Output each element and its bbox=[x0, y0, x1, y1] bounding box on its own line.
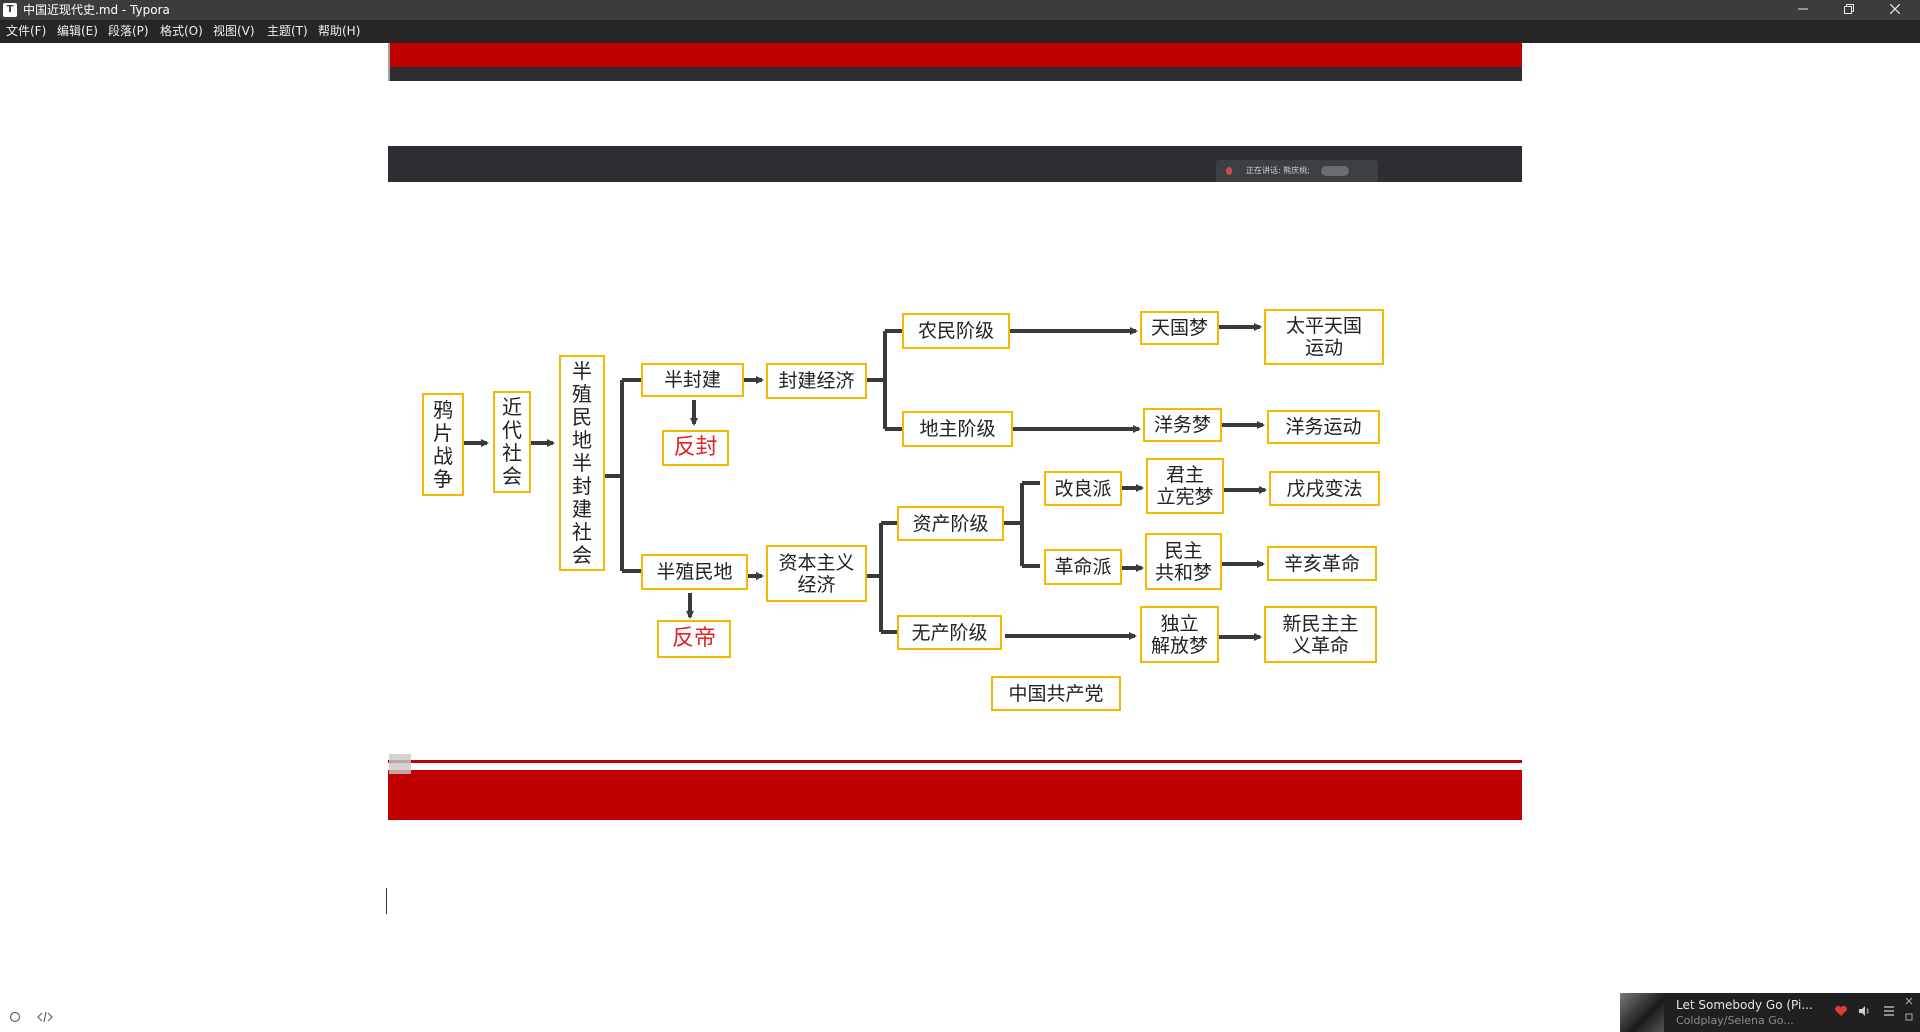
album-art[interactable] bbox=[1620, 993, 1664, 1032]
node-republic-dream: 民主 共和梦 bbox=[1145, 533, 1222, 590]
volume-button[interactable] bbox=[1858, 1005, 1872, 1020]
node-peasant-class: 农民阶级 bbox=[902, 313, 1010, 349]
node-semi-colonial-semi-feudal: 半 殖 民 地 半 封 建 社 会 bbox=[559, 355, 605, 571]
node-taiping-movement: 太平天国 运动 bbox=[1264, 309, 1384, 365]
slide-bottom-thin-line bbox=[388, 760, 1522, 763]
node-heavenly-kingdom-dream: 天国梦 bbox=[1140, 311, 1219, 345]
node-westernization-movement: 洋务运动 bbox=[1267, 410, 1380, 444]
node-revolutionaries: 革命派 bbox=[1044, 549, 1122, 585]
node-proletariat: 无产阶级 bbox=[897, 615, 1002, 650]
music-player: Let Somebody Go (Pi... Coldplay/Selena G… bbox=[1620, 993, 1920, 1032]
bracket-semi-society bbox=[605, 378, 641, 573]
node-westernization-dream: 洋务梦 bbox=[1143, 408, 1222, 442]
like-button[interactable] bbox=[1834, 1005, 1848, 1020]
bracket-capitalist-economy bbox=[867, 521, 897, 634]
playlist-button[interactable] bbox=[1882, 1005, 1896, 1020]
node-xinhai-revolution: 辛亥革命 bbox=[1267, 546, 1377, 581]
node-ccp: 中国共产党 bbox=[991, 676, 1121, 711]
node-capitalist-economy: 资本主义 经济 bbox=[766, 545, 867, 602]
player-expand-button[interactable] bbox=[1904, 1011, 1914, 1025]
node-anti-feudal: 反封 bbox=[662, 430, 729, 466]
node-opium-war: 鸦 片 战 争 bbox=[422, 393, 464, 496]
node-independence-dream: 独立 解放梦 bbox=[1140, 606, 1219, 663]
node-anti-imperialist: 反帝 bbox=[657, 620, 731, 658]
outline-toggle-button[interactable] bbox=[9, 1011, 21, 1026]
node-reformists: 改良派 bbox=[1044, 471, 1122, 506]
close-icon bbox=[1905, 997, 1913, 1005]
node-semi-colonial: 半殖民地 bbox=[641, 554, 748, 590]
node-new-democratic-revolution: 新民主主 义革命 bbox=[1264, 606, 1377, 663]
node-modern-society: 近 代 社 会 bbox=[493, 391, 531, 493]
node-hundred-days-reform: 戊戌变法 bbox=[1269, 471, 1380, 506]
bracket-feudal-economy bbox=[867, 329, 902, 431]
node-semi-feudal: 半封建 bbox=[641, 363, 744, 397]
bracket-bourgeoisie bbox=[1004, 481, 1040, 568]
playlist-icon bbox=[1884, 1006, 1894, 1016]
song-title: Let Somebody Go (Pi... bbox=[1676, 998, 1813, 1012]
node-landlord-class: 地主阶级 bbox=[902, 411, 1013, 447]
slide-bottom-red-band bbox=[388, 770, 1522, 820]
code-icon bbox=[37, 1011, 53, 1023]
slide-thumbnail-marker bbox=[389, 754, 411, 774]
source-code-mode-button[interactable] bbox=[37, 1011, 53, 1026]
heart-icon bbox=[1835, 1005, 1847, 1016]
expand-icon bbox=[1905, 1013, 1913, 1021]
circle-icon bbox=[9, 1011, 21, 1023]
player-close-button[interactable] bbox=[1904, 995, 1914, 1009]
node-feudal-economy: 封建经济 bbox=[766, 363, 867, 399]
text-cursor bbox=[386, 888, 387, 914]
volume-icon bbox=[1859, 1006, 1869, 1016]
node-bourgeoisie: 资产阶级 bbox=[897, 506, 1004, 541]
song-artist: Coldplay/Selena Go... bbox=[1676, 1014, 1794, 1027]
node-constitutional-monarchy-dream: 君主 立宪梦 bbox=[1146, 458, 1224, 514]
